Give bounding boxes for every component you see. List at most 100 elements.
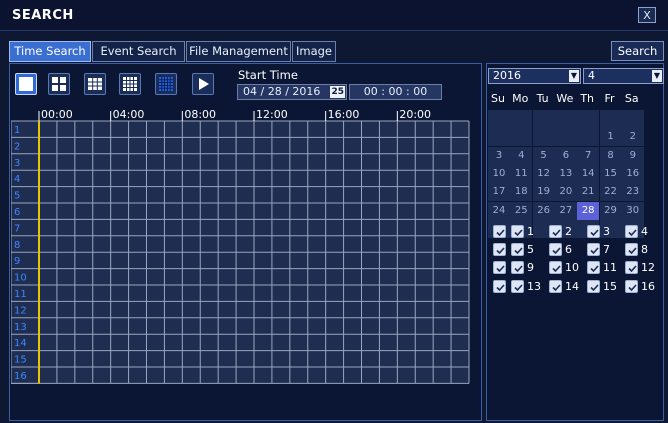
channel-label: 14 <box>14 338 27 349</box>
channel-checkbox[interactable] <box>549 261 562 275</box>
checkmark-icon <box>590 284 599 291</box>
tab-image[interactable]: Image <box>292 41 336 62</box>
channel-checkbox[interactable] <box>625 279 638 293</box>
channel-label: 4 <box>14 174 20 185</box>
channel-checkbox-label: 9 <box>527 261 534 275</box>
weekday-header: We <box>556 92 574 105</box>
channel-checkbox[interactable] <box>587 243 600 257</box>
row-select-checkbox[interactable] <box>493 261 506 275</box>
start-date-selected-part: 25 <box>330 86 345 98</box>
channel-checkbox[interactable] <box>625 243 638 257</box>
channel-label: 2 <box>14 141 20 152</box>
weekday-header: Tu <box>536 92 549 105</box>
calendar-day[interactable]: 1 <box>599 128 622 147</box>
channel-checkbox[interactable] <box>511 225 524 238</box>
channel-checkbox[interactable] <box>549 225 562 238</box>
start-time-field[interactable]: 00 : 00 : 00 <box>349 84 442 100</box>
calendar-day[interactable]: 17 <box>488 183 510 202</box>
calendar-day[interactable]: 3 <box>488 146 510 165</box>
calendar-day[interactable]: 24 <box>488 201 510 220</box>
timeline-grid[interactable]: 1234567891011121314151600:00 04:00 08:00 12… <box>11 107 476 407</box>
checkmark-icon <box>514 229 523 237</box>
row-select-checkbox[interactable] <box>493 279 506 293</box>
calendar-day[interactable]: 28 <box>577 201 600 220</box>
row-select-checkbox[interactable] <box>493 225 506 238</box>
channel-checkbox[interactable] <box>625 261 638 275</box>
calendar-day[interactable]: 9 <box>621 146 644 165</box>
calendar-day[interactable]: 16 <box>621 164 644 183</box>
tab-event-search[interactable]: Event Search <box>92 41 185 62</box>
year-select[interactable]: 2016 ▼ <box>488 68 581 84</box>
calendar-day[interactable]: 18 <box>510 183 533 202</box>
tab-time-search[interactable]: Time Search <box>9 41 91 62</box>
calendar-day[interactable]: 15 <box>599 164 622 183</box>
split-1-button[interactable] <box>15 73 37 95</box>
calendar-day[interactable]: 22 <box>599 183 622 202</box>
calendar-day[interactable]: 19 <box>532 183 555 202</box>
row-select-checkbox[interactable] <box>493 243 506 257</box>
calendar-day[interactable]: 13 <box>554 164 577 183</box>
chevron-down-icon: ▼ <box>569 70 579 82</box>
channel-checkbox[interactable] <box>587 261 600 275</box>
split-9-button[interactable] <box>84 73 106 95</box>
channel-checkbox-label: 12 <box>641 261 655 275</box>
split-all-button[interactable] <box>155 73 177 95</box>
channel-checkbox[interactable] <box>511 261 524 275</box>
calendar-empty-cell <box>510 110 533 128</box>
calendar-day[interactable]: 2 <box>621 128 644 147</box>
channel-checkbox[interactable] <box>587 279 600 293</box>
calendar-day[interactable]: 29 <box>599 201 622 220</box>
channel-checkbox[interactable] <box>549 243 562 257</box>
checkmark-icon <box>496 265 505 273</box>
channel-checkbox[interactable] <box>511 243 524 257</box>
start-date-field[interactable]: 04 / 28 / 2016 25 <box>237 84 347 100</box>
calendar-empty-cell <box>532 128 555 147</box>
channel-checkbox-label: 6 <box>565 243 572 257</box>
calendar-day[interactable]: 11 <box>510 164 533 183</box>
checkmark-icon <box>514 247 523 255</box>
calendar-day[interactable]: 30 <box>621 201 644 220</box>
checkmark-icon <box>496 229 505 237</box>
calendar-day[interactable]: 20 <box>554 183 577 202</box>
calendar-day[interactable]: 4 <box>510 146 533 165</box>
channel-checkbox-label: 2 <box>565 225 572 238</box>
calendar-day[interactable]: 23 <box>621 183 644 202</box>
channel-checkbox[interactable] <box>587 225 600 238</box>
calendar-empty-cell <box>577 128 600 147</box>
calendar-day[interactable]: 14 <box>577 164 600 183</box>
search-button[interactable]: Search <box>611 41 664 61</box>
channel-checkbox[interactable] <box>549 279 562 293</box>
calendar-day[interactable]: 25 <box>510 201 533 220</box>
nine-view-icon <box>88 78 102 90</box>
close-button[interactable]: X <box>638 7 656 23</box>
channel-checkbox-label: 16 <box>641 279 655 293</box>
channel-checkbox[interactable] <box>625 225 638 238</box>
split-16-button[interactable] <box>119 73 141 95</box>
channel-label: 6 <box>14 207 20 218</box>
calendar-day[interactable]: 26 <box>532 201 555 220</box>
start-date-value: 04 / 28 / 2016 <box>243 85 321 98</box>
channel-checkbox-label: 11 <box>603 261 617 275</box>
month-select[interactable]: 4 ▼ <box>583 68 664 84</box>
split-4-button[interactable] <box>48 73 70 95</box>
sixteen-view-icon <box>123 77 137 91</box>
checkmark-icon <box>514 284 523 291</box>
calendar-day[interactable]: 10 <box>488 164 510 183</box>
calendar-day[interactable]: 21 <box>577 183 600 202</box>
checkmark-icon <box>628 265 637 273</box>
play-button[interactable] <box>192 73 214 95</box>
calendar-day[interactable]: 27 <box>554 201 577 220</box>
calendar-day[interactable]: 8 <box>599 146 622 165</box>
checkmark-icon <box>552 229 561 237</box>
hour-label: 08:00 <box>184 108 216 121</box>
calendar-empty-cell <box>488 128 510 147</box>
calendar-day[interactable]: 5 <box>532 146 555 165</box>
tab-file-management[interactable]: File Management <box>186 41 291 62</box>
calendar-day[interactable]: 6 <box>554 146 577 165</box>
calendar-day[interactable]: 12 <box>532 164 555 183</box>
calendar-day[interactable]: 7 <box>577 146 600 165</box>
hour-label: 20:00 <box>399 108 431 121</box>
play-icon <box>199 78 209 90</box>
channel-checkbox[interactable] <box>511 279 524 293</box>
channel-label: 5 <box>14 191 20 202</box>
